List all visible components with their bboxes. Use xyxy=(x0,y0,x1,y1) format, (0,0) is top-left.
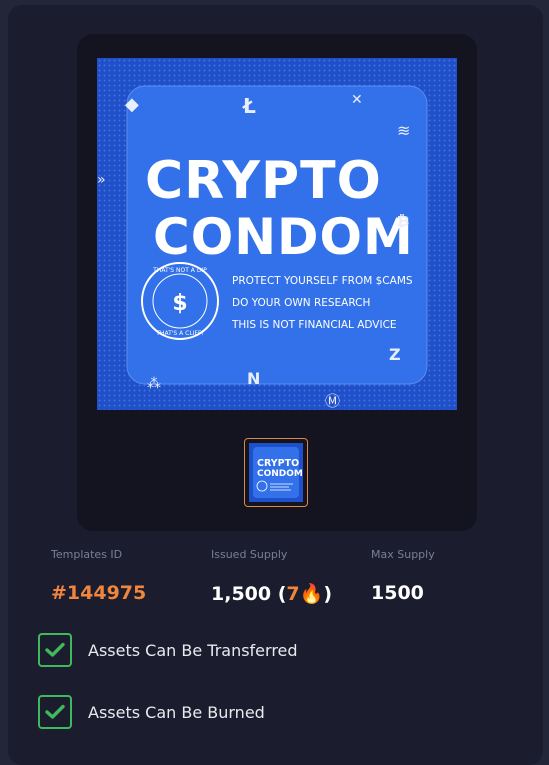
burnable-row: Assets Can Be Burned xyxy=(38,693,265,731)
issued-supply-label: Issued Supply xyxy=(211,548,288,561)
fire-icon: 🔥 xyxy=(299,583,324,605)
burned-count: 7 xyxy=(286,583,300,605)
seal-top-text: THAT'S NOT A DIP xyxy=(152,267,207,274)
bitcoin-icon: ₿ xyxy=(397,212,409,230)
templates-id-link[interactable]: #144975 xyxy=(51,582,146,604)
litecoin-icon: Ł xyxy=(242,94,256,118)
thumb-title-line2: CONDOM xyxy=(257,469,303,479)
tron-icon: ≋ xyxy=(397,121,410,140)
thumbnail-image: CRYPTO CONDOM xyxy=(249,443,303,502)
chainlink-icon: ⁂ xyxy=(147,376,161,392)
seal-bottom-text: THAT'S A CLIFF! xyxy=(155,330,203,337)
nano-icon: N xyxy=(247,369,260,388)
burnable-label: Assets Can Be Burned xyxy=(88,702,265,722)
tagline-2: DO YOUR OWN RESEARCH xyxy=(232,297,370,309)
issued-supply-value: 1,500 (7🔥) xyxy=(211,583,333,605)
title-line1: CRYPTO xyxy=(145,151,382,211)
ethereum-icon: ◆ xyxy=(125,94,139,115)
transferable-checkbox[interactable] xyxy=(38,633,72,667)
transferable-label: Assets Can Be Transferred xyxy=(88,640,298,660)
thumbnail-selected[interactable]: CRYPTO CONDOM xyxy=(244,438,308,507)
dash-icon: » xyxy=(97,172,106,188)
max-supply-value: 1500 xyxy=(371,582,424,604)
checkmark-icon xyxy=(45,642,65,657)
seal-logo: THAT'S NOT A DIP THAT'S A CLIFF! $ xyxy=(141,262,219,340)
issued-supply-count: 1,500 xyxy=(211,583,272,605)
main-asset-image[interactable]: CRYPTO CONDOM THAT'S NOT A DIP THAT'S A … xyxy=(97,58,457,410)
tagline-3: THIS IS NOT FINANCIAL ADVICE xyxy=(231,319,397,331)
burnable-checkbox[interactable] xyxy=(38,695,72,729)
dollar-drop-icon: $ xyxy=(172,291,187,316)
max-supply-label: Max Supply xyxy=(371,548,435,561)
monero-icon: Ⓜ xyxy=(325,392,340,410)
xrp-icon: ✕ xyxy=(351,92,363,108)
title-line2: CONDOM xyxy=(153,208,414,266)
thumb-title-line1: CRYPTO xyxy=(257,458,299,469)
checkmark-icon xyxy=(45,704,65,719)
zcash-icon: Z xyxy=(389,345,401,364)
templates-id-label: Templates ID xyxy=(51,548,123,561)
transferable-row: Assets Can Be Transferred xyxy=(38,631,298,669)
tagline-1: PROTECT YOURSELF FROM $CAMS xyxy=(232,275,413,287)
